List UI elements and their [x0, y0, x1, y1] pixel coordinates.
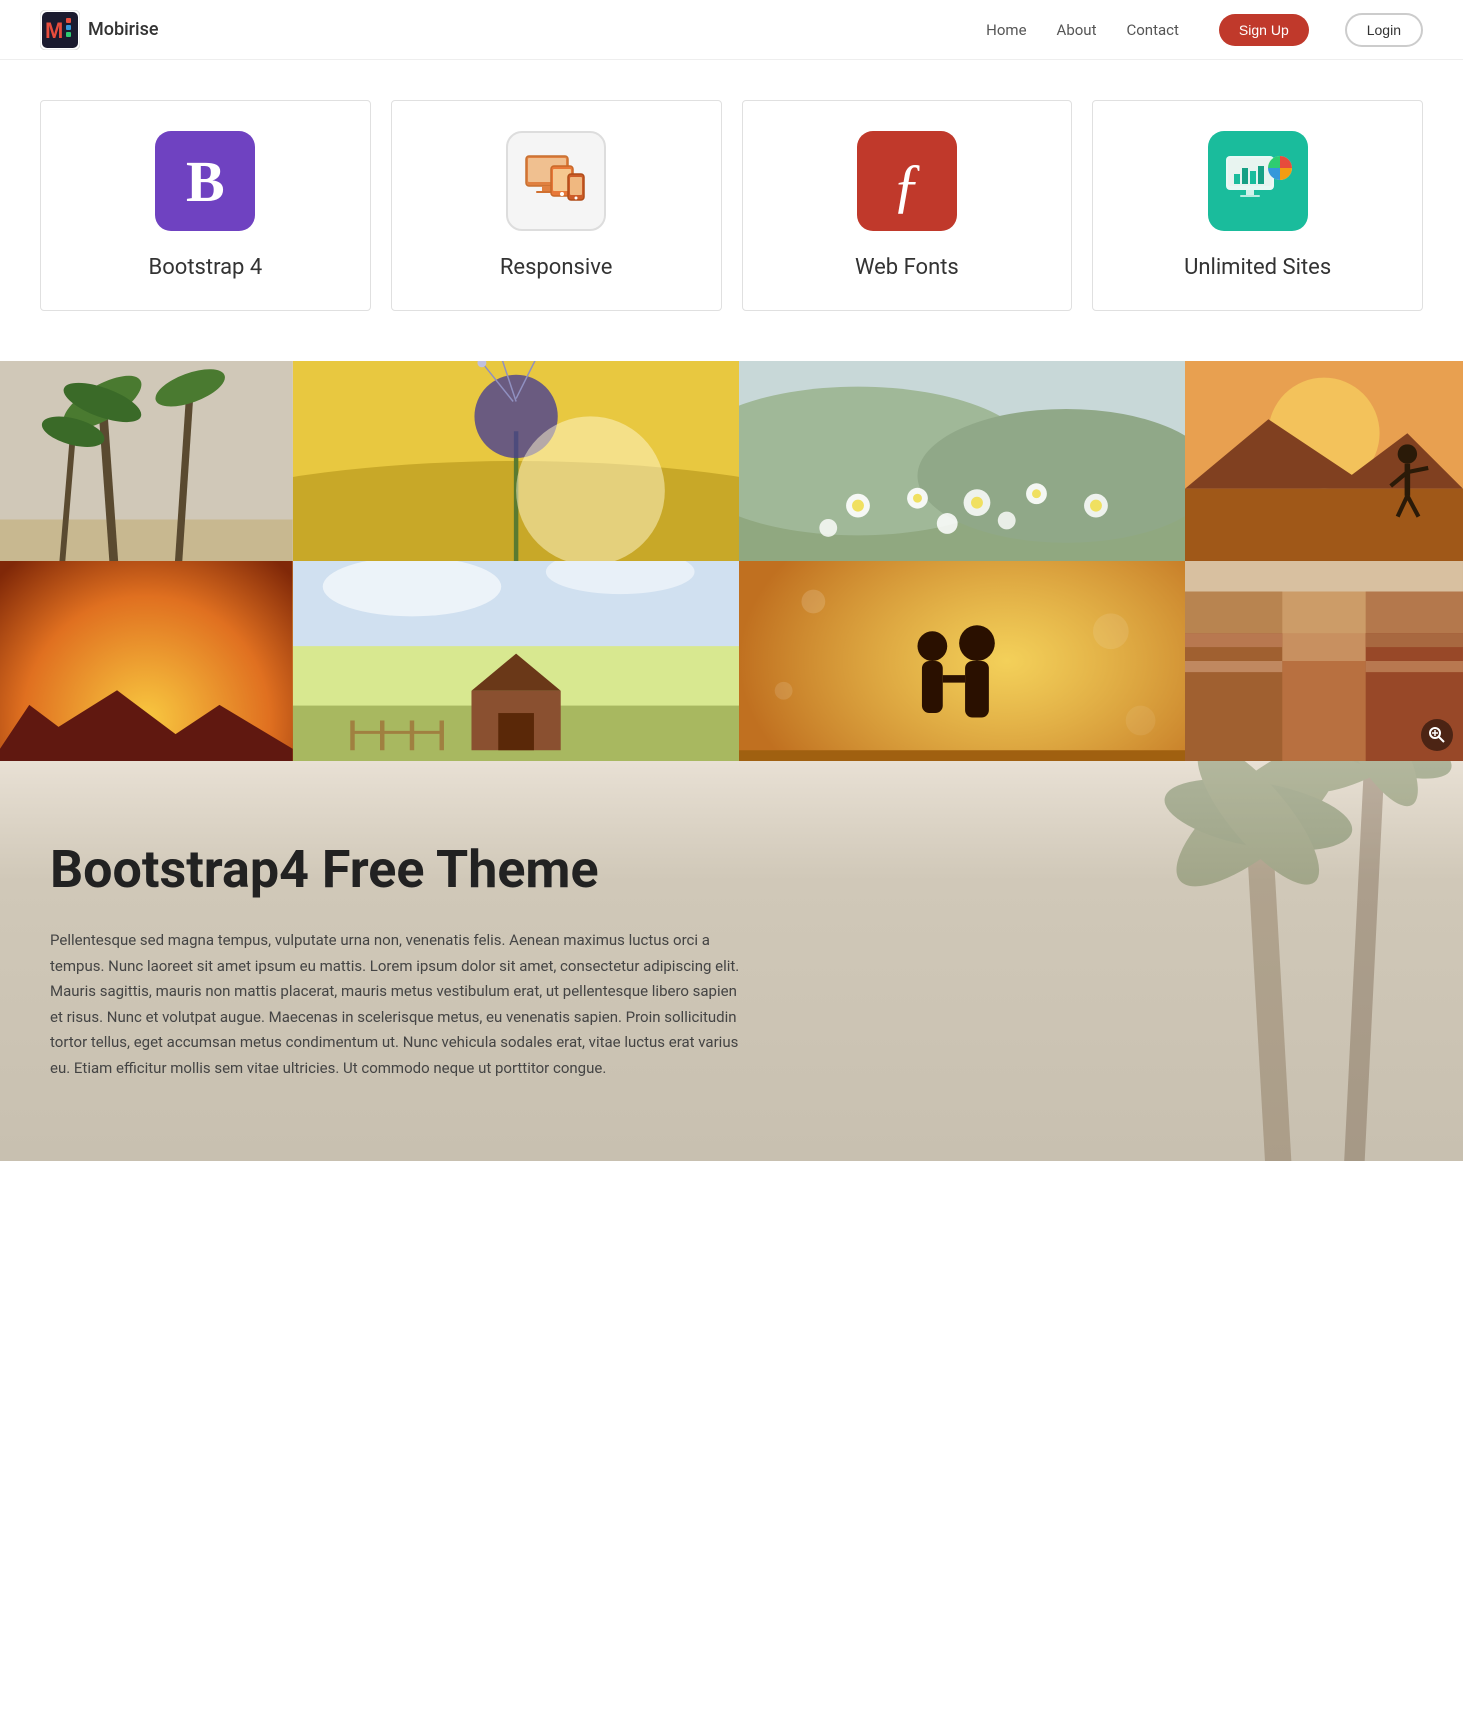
content-title: Bootstrap4 Free Theme [50, 841, 750, 898]
login-button[interactable]: Login [1345, 13, 1423, 47]
gallery-cell-flowers[interactable] [739, 361, 1185, 561]
nav-links: Home About Contact Sign Up Login [986, 13, 1423, 47]
gallery-cell-couple[interactable] [739, 561, 1185, 761]
content-body: Pellentesque sed magna tempus, vulputate… [50, 928, 750, 1081]
features-grid: B Bootstrap 4 [40, 100, 1423, 311]
gallery-cell-palm[interactable] [0, 361, 293, 561]
features-section: B Bootstrap 4 [0, 60, 1463, 361]
brand-logo-icon: M [40, 10, 80, 50]
palm-bg-icon [878, 761, 1463, 1161]
navbar: M Mobirise Home About Contact Sign Up Lo… [0, 0, 1463, 60]
gallery-cell-barn[interactable] [293, 561, 739, 761]
feature-card-bootstrap: B Bootstrap 4 [40, 100, 371, 311]
zoom-icon[interactable] [1421, 719, 1453, 751]
bottom-section [0, 1161, 1463, 1261]
feature-title-bootstrap: Bootstrap 4 [149, 255, 263, 280]
brand[interactable]: M Mobirise [40, 10, 159, 50]
gallery-row-2 [0, 561, 1463, 761]
feature-card-responsive: Responsive [391, 100, 722, 311]
feature-card-unlimited: Unlimited Sites [1092, 100, 1423, 311]
devices-svg [516, 146, 596, 216]
nav-about[interactable]: About [1057, 21, 1097, 39]
content-section: Bootstrap4 Free Theme Pellentesque sed m… [0, 761, 1463, 1161]
brand-name: Mobirise [88, 19, 159, 40]
webfonts-icon: ƒ [857, 131, 957, 231]
feature-title-responsive: Responsive [500, 255, 613, 280]
signup-button[interactable]: Sign Up [1219, 14, 1309, 46]
gallery-cell-canyon[interactable] [1185, 561, 1463, 761]
gallery-cell-dandelion[interactable] [293, 361, 739, 561]
nav-contact[interactable]: Contact [1126, 21, 1178, 39]
feature-title-unlimited: Unlimited Sites [1184, 255, 1331, 280]
gallery-section [0, 361, 1463, 761]
gallery-cell-golden-sunset[interactable] [0, 561, 293, 761]
unlimited-icon [1208, 131, 1308, 231]
nav-home[interactable]: Home [986, 21, 1026, 39]
content-inner: Bootstrap4 Free Theme Pellentesque sed m… [50, 841, 750, 1081]
feature-card-webfonts: ƒ Web Fonts [742, 100, 1073, 311]
gallery-row-1 [0, 361, 1463, 561]
gallery-cell-sunset-person[interactable] [1185, 361, 1463, 561]
bootstrap-icon: B [155, 131, 255, 231]
feature-title-webfonts: Web Fonts [855, 255, 959, 280]
responsive-icon [506, 131, 606, 231]
unlimited-svg [1218, 146, 1298, 216]
svg-text:M: M [45, 18, 63, 43]
